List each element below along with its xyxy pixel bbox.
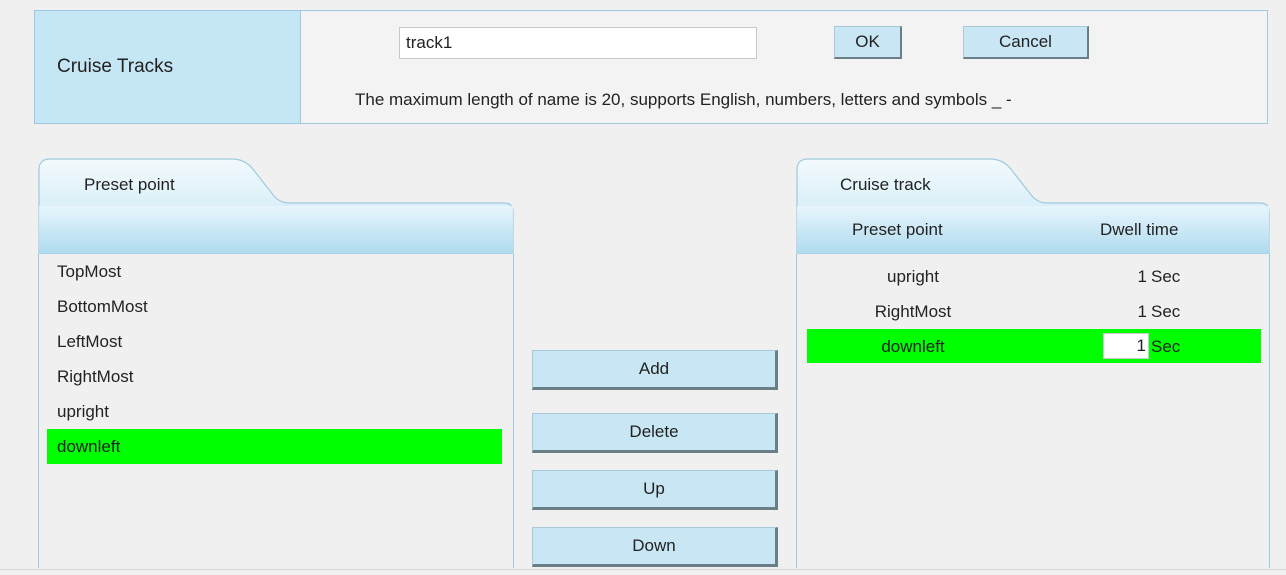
preset-point-item[interactable]: LeftMost xyxy=(47,324,502,359)
track-name-input[interactable] xyxy=(399,27,757,59)
track-preset-point: RightMost xyxy=(874,302,952,321)
column-preset-point: Preset point xyxy=(852,220,943,239)
preset-point-list: TopMost BottomMost LeftMost RightMost uprigh… xyxy=(39,254,513,464)
dwell-time-unit: Sec xyxy=(1151,302,1181,321)
preset-point-item[interactable]: downleft xyxy=(47,429,502,464)
dwell-time-value: 1 xyxy=(1137,267,1147,286)
track-preset-point: downleft xyxy=(881,337,945,356)
add-button[interactable]: Add xyxy=(532,350,778,390)
dwell-time-input[interactable]: 1 xyxy=(1103,333,1149,359)
dwell-time-value: 1 xyxy=(1137,302,1147,321)
preset-point-item[interactable]: RightMost xyxy=(47,359,502,394)
dwell-time-unit: Sec xyxy=(1151,267,1181,286)
dwell-time-unit: Sec xyxy=(1151,337,1181,356)
bottom-divider xyxy=(0,569,1286,570)
cruise-tracks-header: Cruise Tracks OK Cancel The maximum leng… xyxy=(34,10,1268,124)
track-preset-point: upright xyxy=(887,267,939,286)
up-button[interactable]: Up xyxy=(532,470,778,510)
preset-point-tab-header xyxy=(38,158,514,258)
cruise-tracks-label: Cruise Tracks xyxy=(35,11,301,123)
cruise-track-panel: Cruise track Preset point Dwell time upr… xyxy=(796,158,1270,568)
cruise-track-list-area: upright 1 Sec RightMost 1 Sec downleft 1 Sec xyxy=(796,254,1270,568)
preset-point-item[interactable]: BottomMost xyxy=(47,289,502,324)
cruise-track-tab-header xyxy=(796,158,1270,258)
preset-point-panel: Preset point TopMost BottomMost LeftMost Ri… xyxy=(38,158,514,568)
cruise-track-row[interactable]: downleft 1 Sec xyxy=(807,329,1261,363)
down-button[interactable]: Down xyxy=(532,527,778,567)
preset-point-tab[interactable]: Preset point xyxy=(84,175,175,195)
preset-point-list-area: TopMost BottomMost LeftMost RightMost uprigh… xyxy=(38,254,514,568)
column-dwell-time: Dwell time xyxy=(1100,220,1179,239)
cruise-track-tab[interactable]: Cruise track xyxy=(840,175,931,195)
ok-button[interactable]: OK xyxy=(834,26,902,59)
cruise-track-row[interactable]: RightMost 1 Sec xyxy=(807,294,1261,328)
preset-point-item[interactable]: TopMost xyxy=(47,254,502,289)
cruise-track-row[interactable]: upright 1 Sec xyxy=(807,259,1261,293)
preset-point-item[interactable]: upright xyxy=(47,394,502,429)
cancel-button[interactable]: Cancel xyxy=(963,26,1089,59)
delete-button[interactable]: Delete xyxy=(532,413,778,453)
name-length-hint: The maximum length of name is 20, suppor… xyxy=(355,90,1012,109)
